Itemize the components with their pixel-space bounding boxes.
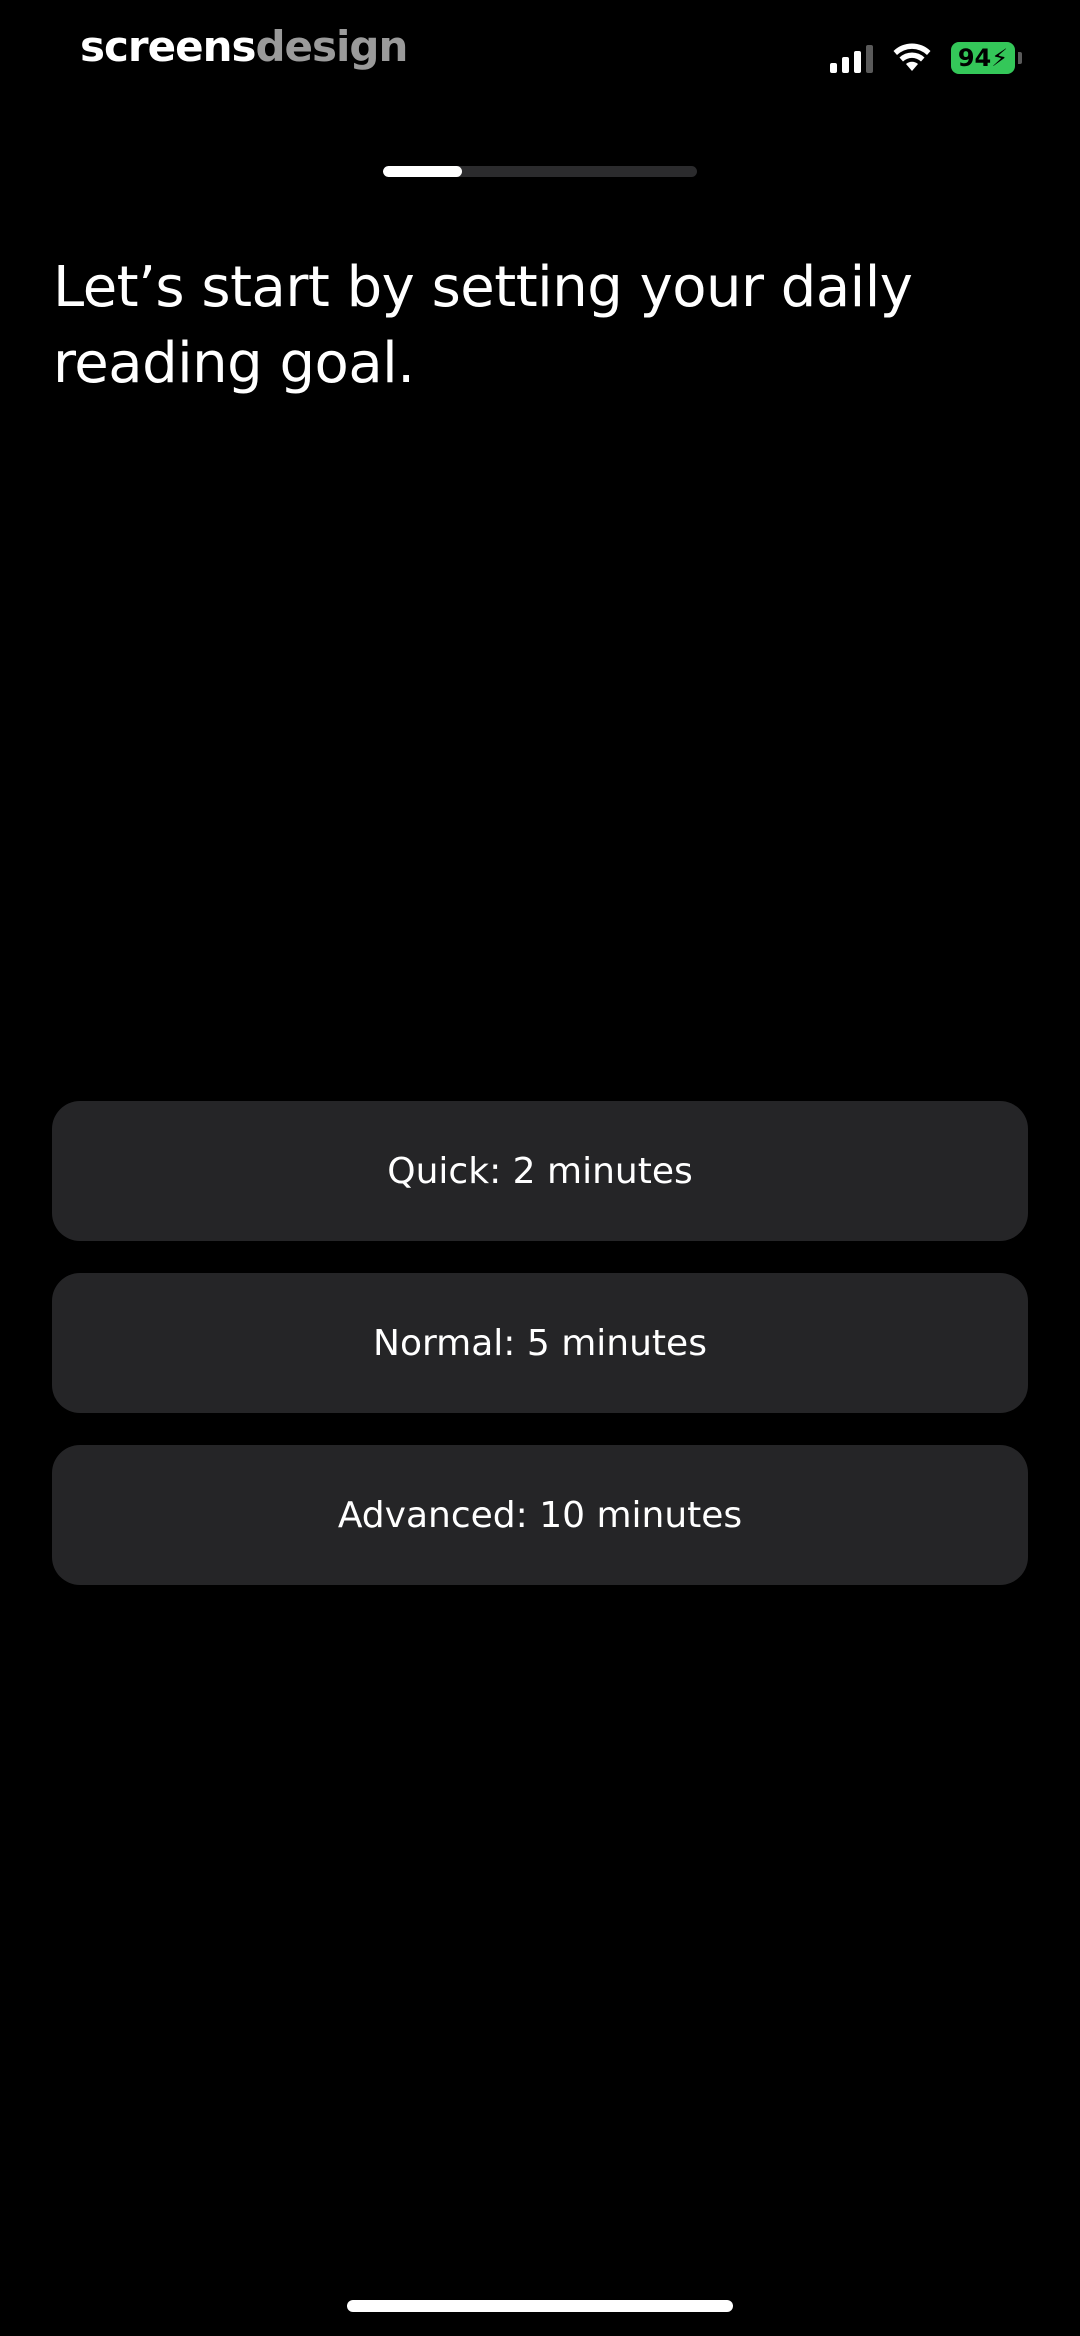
home-indicator[interactable] <box>347 2300 733 2312</box>
option-normal-button[interactable]: Normal: 5 minutes <box>52 1273 1028 1413</box>
option-quick-button[interactable]: Quick: 2 minutes <box>52 1101 1028 1241</box>
onboarding-progress-bar <box>383 166 697 177</box>
page-title: Let’s start by setting your daily readin… <box>53 255 913 396</box>
reading-goal-options: Quick: 2 minutes Normal: 5 minutes Advan… <box>52 1101 1028 1585</box>
screensdesign-watermark: screensdesign <box>80 22 408 72</box>
cellular-signal-icon <box>830 43 873 73</box>
wifi-icon <box>893 43 931 71</box>
status-bar: screensdesign 94⚡ <box>0 0 1080 100</box>
battery-charging-icon: 94⚡ <box>951 42 1022 74</box>
progress-fill <box>383 166 462 177</box>
option-advanced-button[interactable]: Advanced: 10 minutes <box>52 1445 1028 1585</box>
status-icons: 94⚡ <box>830 38 1022 78</box>
watermark-part2: design <box>255 22 408 71</box>
onboarding-screen: screensdesign 94⚡ Let’s start by setting… <box>0 0 1080 2336</box>
watermark-part1: screens <box>80 22 256 71</box>
battery-level: 94⚡ <box>951 42 1015 74</box>
